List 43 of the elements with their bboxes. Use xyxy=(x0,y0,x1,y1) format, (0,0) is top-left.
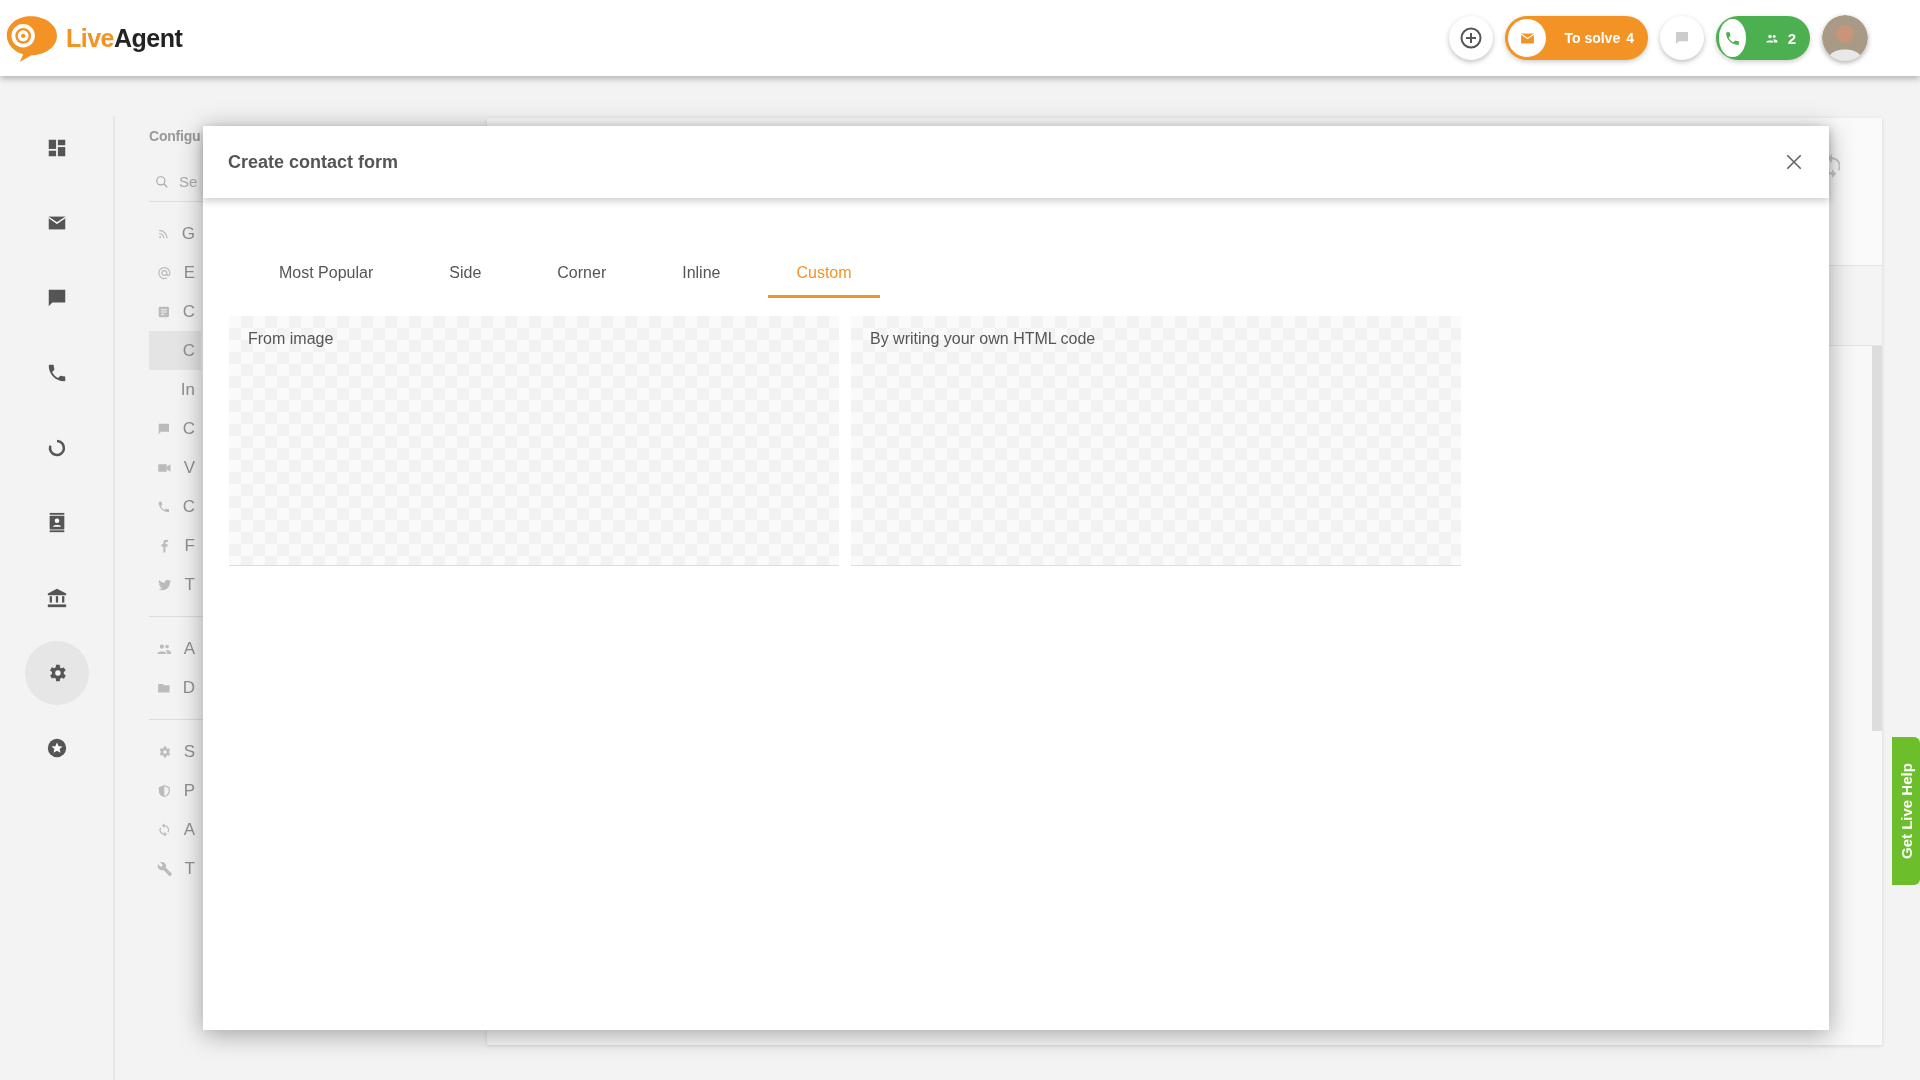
panel-title: Configu xyxy=(149,128,202,144)
menu-item[interactable]: E xyxy=(149,253,201,292)
menu-item[interactable]: T xyxy=(149,849,201,888)
option-card[interactable]: From image xyxy=(229,316,839,566)
menu-item[interactable]: C xyxy=(149,292,201,331)
live-help-tab[interactable]: Get Live Help xyxy=(1892,737,1920,885)
bank-icon xyxy=(45,587,68,609)
menu-item[interactable]: D xyxy=(149,668,201,707)
logo-icon xyxy=(6,14,60,62)
add-button[interactable] xyxy=(1449,16,1493,60)
menu-item[interactable]: V xyxy=(149,448,201,487)
count-label: 4 xyxy=(1626,30,1634,46)
menu-item[interactable]: P xyxy=(149,771,201,810)
search-field[interactable]: Se xyxy=(179,173,199,190)
chat-icon xyxy=(1674,30,1690,46)
tab[interactable]: Inline xyxy=(654,250,749,298)
calls-button[interactable]: 2 xyxy=(1716,16,1810,60)
dialog-title: Create contact form xyxy=(228,151,400,173)
menu-item[interactable]: C xyxy=(149,331,201,370)
avatar[interactable] xyxy=(1822,15,1868,61)
logo-text: LiveAgent xyxy=(66,23,183,53)
menu-item[interactable]: In xyxy=(149,370,201,409)
tab[interactable]: Most Popular xyxy=(251,250,402,298)
scrollbar[interactable] xyxy=(1872,346,1882,731)
close-icon xyxy=(1785,153,1803,171)
menu-item[interactable]: S xyxy=(149,732,201,771)
tab[interactable]: Side xyxy=(421,250,510,298)
search-icon xyxy=(155,174,169,189)
wrench-icon xyxy=(157,859,173,878)
menu-item[interactable]: F xyxy=(149,526,201,565)
phone-icon xyxy=(1723,29,1741,47)
to-solve-button[interactable]: To solve 4 xyxy=(1505,16,1648,60)
menu-item[interactable]: A xyxy=(149,629,201,668)
tab[interactable]: Corner xyxy=(529,250,635,298)
tab[interactable]: Custom xyxy=(768,250,880,298)
menu-item[interactable]: T xyxy=(149,565,201,604)
plus-circle-icon xyxy=(1459,26,1483,50)
menu-item[interactable]: C xyxy=(149,487,201,526)
count-label: 2 xyxy=(1787,29,1796,47)
menu-item[interactable]: G xyxy=(149,214,201,253)
menu-item[interactable]: A xyxy=(149,810,201,849)
menu-item[interactable]: C xyxy=(149,409,201,448)
option-card[interactable]: By writing your own HTML code xyxy=(851,316,1461,566)
